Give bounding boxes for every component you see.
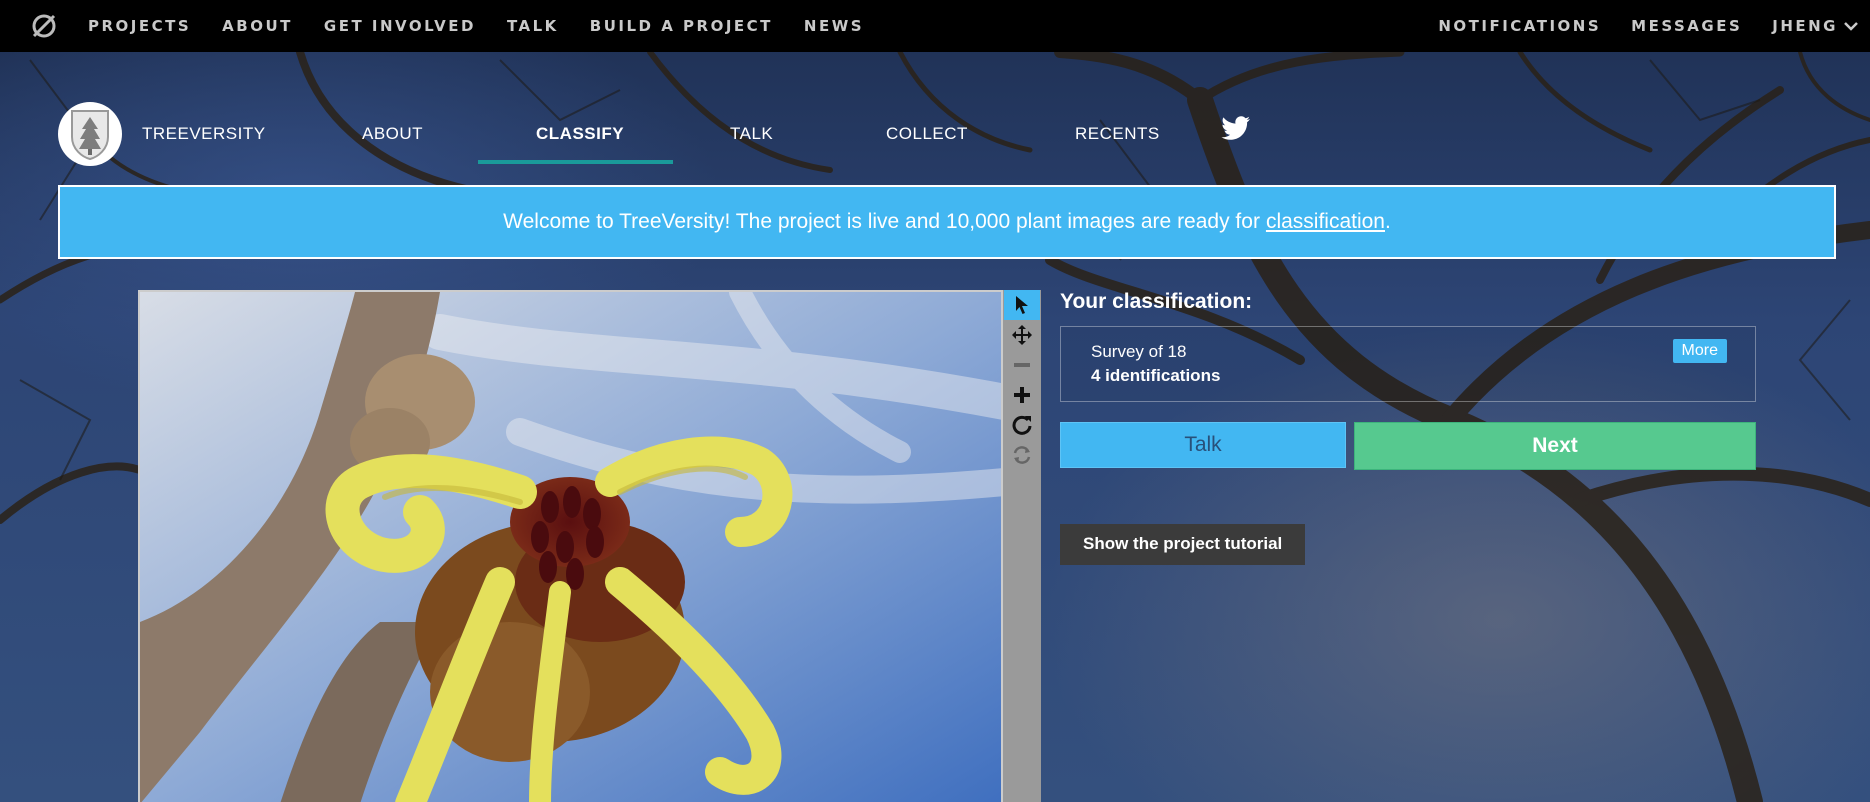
zooniverse-logo-icon[interactable] bbox=[30, 12, 58, 40]
rotate-icon bbox=[1012, 415, 1032, 435]
pointer-icon bbox=[1016, 296, 1028, 314]
banner-classification-link[interactable]: classification bbox=[1266, 210, 1385, 234]
global-nav-links: PROJECTS ABOUT GET INVOLVED TALK BUILD A… bbox=[88, 17, 895, 35]
rotate-tool[interactable] bbox=[1004, 410, 1040, 440]
nav-link-build-a-project[interactable]: BUILD A PROJECT bbox=[590, 17, 773, 35]
banner-suffix: . bbox=[1385, 210, 1391, 233]
active-tab-indicator bbox=[478, 160, 673, 164]
announcement-banner: Welcome to TreeVersity! The project is l… bbox=[58, 185, 1836, 259]
project-nav-classify[interactable]: CLASSIFY bbox=[536, 124, 624, 144]
zoom-out-icon bbox=[1014, 363, 1030, 367]
nav-link-get-involved[interactable]: GET INVOLVED bbox=[324, 17, 476, 35]
move-tool[interactable] bbox=[1004, 320, 1040, 350]
reset-tool[interactable] bbox=[1004, 440, 1040, 470]
move-icon bbox=[1012, 325, 1032, 345]
identifications-count: 4 identifications bbox=[1091, 366, 1221, 385]
twitter-icon[interactable] bbox=[1220, 112, 1252, 144]
global-nav-right: NOTIFICATIONS MESSAGES JHENG bbox=[1438, 17, 1870, 35]
survey-task-label: Survey of 18 bbox=[1091, 342, 1187, 361]
project-tutorial-button[interactable]: Show the project tutorial bbox=[1060, 524, 1306, 565]
chevron-down-icon bbox=[1844, 22, 1858, 31]
zoom-out-tool[interactable] bbox=[1004, 350, 1040, 380]
classification-panel: Your classification: Survey of 18 4 iden… bbox=[1060, 290, 1760, 565]
nav-link-about[interactable]: ABOUT bbox=[222, 17, 293, 35]
classification-actions: Talk Next bbox=[1060, 422, 1760, 470]
pointer-tool[interactable] bbox=[1004, 290, 1040, 320]
nav-link-news[interactable]: NEWS bbox=[804, 17, 864, 35]
more-button[interactable]: More bbox=[1672, 339, 1727, 363]
project-avatar[interactable] bbox=[58, 102, 122, 166]
project-nav-treeversity[interactable]: TREEVERSITY bbox=[142, 124, 266, 144]
classification-title: Your classification: bbox=[1060, 290, 1253, 313]
talk-button[interactable]: Talk bbox=[1060, 422, 1346, 468]
nav-link-projects[interactable]: PROJECTS bbox=[88, 17, 191, 35]
classification-summary: Survey of 18 4 identifications More bbox=[1060, 326, 1756, 402]
nav-link-talk[interactable]: TALK bbox=[507, 17, 559, 35]
project-navbar: TREEVERSITY ABOUT CLASSIFY TALK COLLECT … bbox=[58, 100, 1250, 168]
zoom-in-icon bbox=[1014, 387, 1030, 403]
user-menu[interactable]: JHENG bbox=[1772, 17, 1858, 35]
tree-avatar-icon bbox=[71, 110, 109, 161]
nav-link-notifications[interactable]: NOTIFICATIONS bbox=[1438, 17, 1601, 35]
project-nav-about[interactable]: ABOUT bbox=[362, 124, 423, 144]
zoom-in-tool[interactable] bbox=[1004, 380, 1040, 410]
global-navbar: PROJECTS ABOUT GET INVOLVED TALK BUILD A… bbox=[0, 0, 1870, 52]
nav-link-messages[interactable]: MESSAGES bbox=[1631, 17, 1742, 35]
project-nav-recents[interactable]: RECENTS bbox=[1075, 124, 1160, 144]
banner-text: Welcome to TreeVersity! The project is l… bbox=[503, 210, 1260, 233]
next-button[interactable]: Next bbox=[1354, 422, 1756, 470]
project-nav-talk[interactable]: TALK bbox=[730, 124, 773, 144]
reset-icon bbox=[1013, 446, 1031, 464]
project-nav-collect[interactable]: COLLECT bbox=[886, 124, 968, 144]
viewer-toolbar bbox=[1003, 290, 1041, 802]
subject-image[interactable] bbox=[138, 290, 1003, 802]
user-name: JHENG bbox=[1772, 17, 1838, 35]
